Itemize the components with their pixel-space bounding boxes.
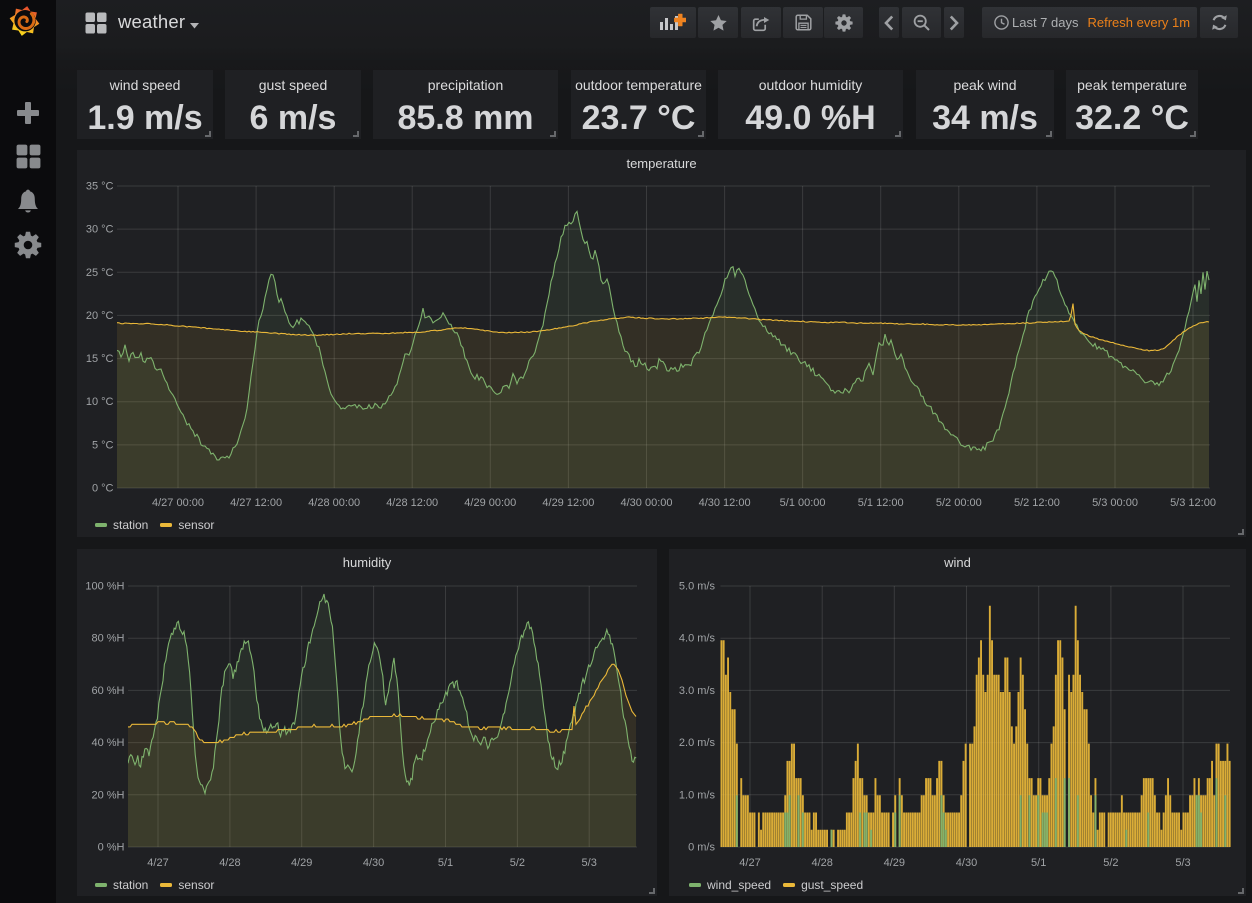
svg-text:4/30 00:00: 4/30 00:00 (621, 497, 673, 509)
svg-text:40 %H: 40 %H (91, 737, 124, 749)
svg-text:1.0 m/s: 1.0 m/s (679, 789, 716, 801)
svg-text:80 %H: 80 %H (91, 633, 124, 645)
svg-text:20 %H: 20 %H (91, 789, 124, 801)
svg-text:4/28: 4/28 (219, 857, 240, 869)
svg-text:5.0 m/s: 5.0 m/s (679, 581, 716, 593)
svg-text:4/29 00:00: 4/29 00:00 (464, 497, 516, 509)
svg-text:25 °C: 25 °C (86, 267, 114, 279)
svg-text:5/1 00:00: 5/1 00:00 (780, 497, 826, 509)
svg-text:4/30: 4/30 (363, 857, 384, 869)
svg-text:4/27: 4/27 (739, 857, 760, 869)
svg-text:10 °C: 10 °C (86, 396, 114, 408)
svg-text:4/27 00:00: 4/27 00:00 (152, 497, 204, 509)
svg-text:4/27 12:00: 4/27 12:00 (230, 497, 282, 509)
svg-text:5/1: 5/1 (1031, 857, 1046, 869)
svg-text:4/30: 4/30 (956, 857, 977, 869)
svg-text:5/1 12:00: 5/1 12:00 (858, 497, 904, 509)
svg-text:4/29 12:00: 4/29 12:00 (542, 497, 594, 509)
svg-text:5/2: 5/2 (1103, 857, 1118, 869)
svg-text:5/2 12:00: 5/2 12:00 (1014, 497, 1060, 509)
svg-text:0 m/s: 0 m/s (688, 842, 715, 854)
svg-text:4/28 12:00: 4/28 12:00 (386, 497, 438, 509)
svg-text:35 °C: 35 °C (86, 181, 114, 193)
svg-text:60 %H: 60 %H (91, 685, 124, 697)
svg-text:4.0 m/s: 4.0 m/s (679, 633, 716, 645)
svg-text:3.0 m/s: 3.0 m/s (679, 685, 716, 697)
svg-text:20 °C: 20 °C (86, 310, 114, 322)
svg-text:5/3 00:00: 5/3 00:00 (1092, 497, 1138, 509)
svg-text:100 %H: 100 %H (85, 581, 124, 593)
svg-text:4/27: 4/27 (147, 857, 168, 869)
svg-text:5/3: 5/3 (582, 857, 597, 869)
svg-text:5/3 12:00: 5/3 12:00 (1170, 497, 1216, 509)
svg-text:2.0 m/s: 2.0 m/s (679, 737, 716, 749)
svg-text:4/30 12:00: 4/30 12:00 (699, 497, 751, 509)
svg-text:5/3: 5/3 (1175, 857, 1190, 869)
svg-text:4/29: 4/29 (291, 857, 312, 869)
svg-text:4/29: 4/29 (884, 857, 905, 869)
svg-text:0 %H: 0 %H (98, 842, 125, 854)
svg-text:0 °C: 0 °C (92, 483, 114, 495)
svg-text:5 °C: 5 °C (92, 439, 114, 451)
svg-text:30 °C: 30 °C (86, 224, 114, 236)
svg-text:5/2 00:00: 5/2 00:00 (936, 497, 982, 509)
svg-text:4/28 00:00: 4/28 00:00 (308, 497, 360, 509)
svg-text:15 °C: 15 °C (86, 353, 114, 365)
svg-text:4/28: 4/28 (811, 857, 832, 869)
svg-text:5/1: 5/1 (438, 857, 453, 869)
svg-text:5/2: 5/2 (510, 857, 525, 869)
